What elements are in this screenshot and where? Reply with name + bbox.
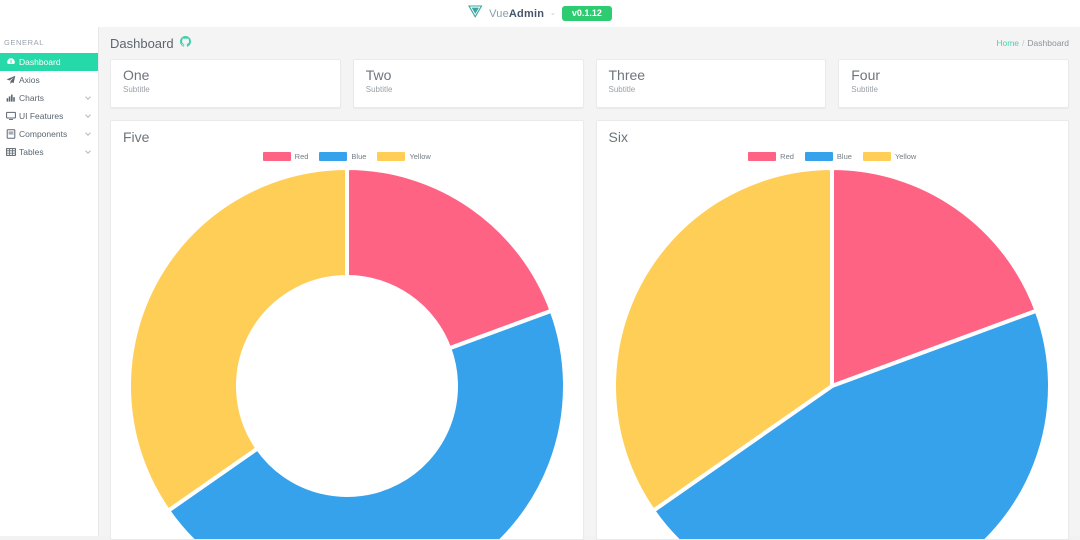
chevron-down-icon[interactable] bbox=[84, 130, 92, 138]
legend-swatch-yellow bbox=[377, 152, 406, 161]
chevron-down-icon[interactable] bbox=[84, 94, 92, 102]
stat-card-subtitle: Subtitle bbox=[365, 85, 393, 95]
legend-label: Yellow bbox=[894, 152, 917, 161]
legend-label: Blue bbox=[836, 152, 852, 161]
dashboard-icon bbox=[5, 57, 16, 68]
table-icon bbox=[5, 147, 16, 158]
chart-card-six: Six Red Blue Yellow bbox=[595, 120, 1069, 540]
breadcrumb-separator: / bbox=[1022, 38, 1025, 48]
sidebar-item-label: Dashboard bbox=[19, 57, 61, 67]
pie-chart[interactable] bbox=[597, 166, 1069, 539]
chevron-down-icon[interactable] bbox=[84, 148, 92, 156]
stat-card-title: Three bbox=[608, 67, 646, 83]
sidebar: GENERAL Dashboard Axios Charts UI Featur… bbox=[0, 27, 99, 536]
page-title: Dashboard bbox=[110, 35, 174, 51]
stat-card-title: Four bbox=[851, 67, 881, 83]
legend-label: Red bbox=[780, 152, 794, 161]
top-bar: VueAdmin - v0.1.12 bbox=[0, 0, 1080, 27]
sidebar-item-label: Charts bbox=[19, 93, 45, 103]
sidebar-item-ui-features[interactable]: UI Features bbox=[0, 107, 98, 125]
legend-item[interactable]: Red bbox=[262, 152, 309, 161]
stat-card[interactable]: Three Subtitle bbox=[595, 59, 827, 108]
stat-card[interactable]: Four Subtitle bbox=[838, 59, 1069, 108]
legend-item[interactable]: Red bbox=[748, 152, 794, 161]
stat-card-title: One bbox=[123, 67, 150, 83]
legend-swatch-blue bbox=[804, 152, 833, 161]
brand-bold: Admin bbox=[508, 7, 545, 20]
legend-swatch-yellow bbox=[862, 152, 891, 161]
stat-card[interactable]: Two Subtitle bbox=[352, 59, 584, 108]
legend-label: Blue bbox=[351, 152, 367, 161]
stat-card-subtitle: Subtitle bbox=[608, 85, 636, 95]
chart-card-title: Five bbox=[123, 129, 150, 145]
stat-card-subtitle: Subtitle bbox=[123, 85, 150, 95]
legend-swatch-red bbox=[748, 152, 777, 161]
sidebar-item-charts[interactable]: Charts bbox=[0, 89, 98, 107]
chart-legend: Red Blue Yellow bbox=[123, 152, 571, 161]
legend-swatch-blue bbox=[319, 152, 348, 161]
bar-chart-icon bbox=[5, 93, 16, 104]
sidebar-section-heading: GENERAL bbox=[4, 38, 45, 47]
stat-card-row: One Subtitle Two Subtitle Three Subtitle… bbox=[99, 59, 1080, 108]
brand-name[interactable]: VueAdmin bbox=[489, 8, 544, 20]
sidebar-item-dashboard[interactable]: Dashboard bbox=[0, 53, 98, 71]
main-content: Dashboard Home / Dashboard One Subtitle Tw… bbox=[99, 27, 1080, 540]
chart-card-title: Six bbox=[608, 129, 628, 145]
version-badge[interactable]: v0.1.12 bbox=[561, 6, 612, 21]
chevron-down-icon[interactable] bbox=[84, 112, 92, 120]
breadcrumb-current: Dashboard bbox=[1027, 38, 1069, 48]
vue-logo-icon bbox=[468, 4, 483, 23]
sidebar-item-axios[interactable]: Axios bbox=[0, 71, 98, 89]
doughnut-chart[interactable] bbox=[111, 166, 583, 539]
brand-separator: - bbox=[551, 7, 555, 20]
github-icon[interactable] bbox=[179, 34, 191, 52]
breadcrumb-home[interactable]: Home bbox=[996, 38, 1019, 48]
chart-slice-yellow[interactable] bbox=[126, 166, 349, 514]
sidebar-item-label: Components bbox=[19, 129, 68, 139]
legend-item[interactable]: Blue bbox=[319, 152, 366, 161]
sidebar-item-label: Axios bbox=[19, 75, 40, 85]
sidebar-item-components[interactable]: Components bbox=[0, 125, 98, 143]
chart-legend: Red Blue Yellow bbox=[609, 152, 1057, 161]
legend-swatch-red bbox=[262, 152, 291, 161]
desktop-icon bbox=[5, 111, 16, 122]
breadcrumb: Home / Dashboard bbox=[996, 38, 1069, 48]
legend-item[interactable]: Yellow bbox=[862, 152, 917, 161]
chart-card-row: Five Red Blue Yellow Six Red Blue Yellow bbox=[99, 108, 1080, 540]
legend-label: Red bbox=[294, 152, 309, 161]
stat-card[interactable]: One Subtitle bbox=[110, 59, 341, 108]
paper-plane-icon bbox=[5, 75, 16, 86]
page-title-group: Dashboard bbox=[110, 34, 191, 52]
stat-card-subtitle: Subtitle bbox=[851, 85, 878, 95]
sidebar-item-label: Tables bbox=[19, 147, 44, 157]
page-header: Dashboard Home / Dashboard bbox=[99, 27, 1080, 59]
chart-card-five: Five Red Blue Yellow bbox=[110, 120, 584, 540]
legend-item[interactable]: Blue bbox=[804, 152, 852, 161]
legend-item[interactable]: Yellow bbox=[377, 152, 431, 161]
brand-prefix: Vue bbox=[489, 7, 509, 20]
window-icon bbox=[5, 129, 16, 140]
legend-label: Yellow bbox=[409, 152, 431, 161]
sidebar-item-label: UI Features bbox=[19, 111, 64, 121]
sidebar-item-tables[interactable]: Tables bbox=[0, 143, 98, 161]
stat-card-title: Two bbox=[365, 67, 392, 83]
